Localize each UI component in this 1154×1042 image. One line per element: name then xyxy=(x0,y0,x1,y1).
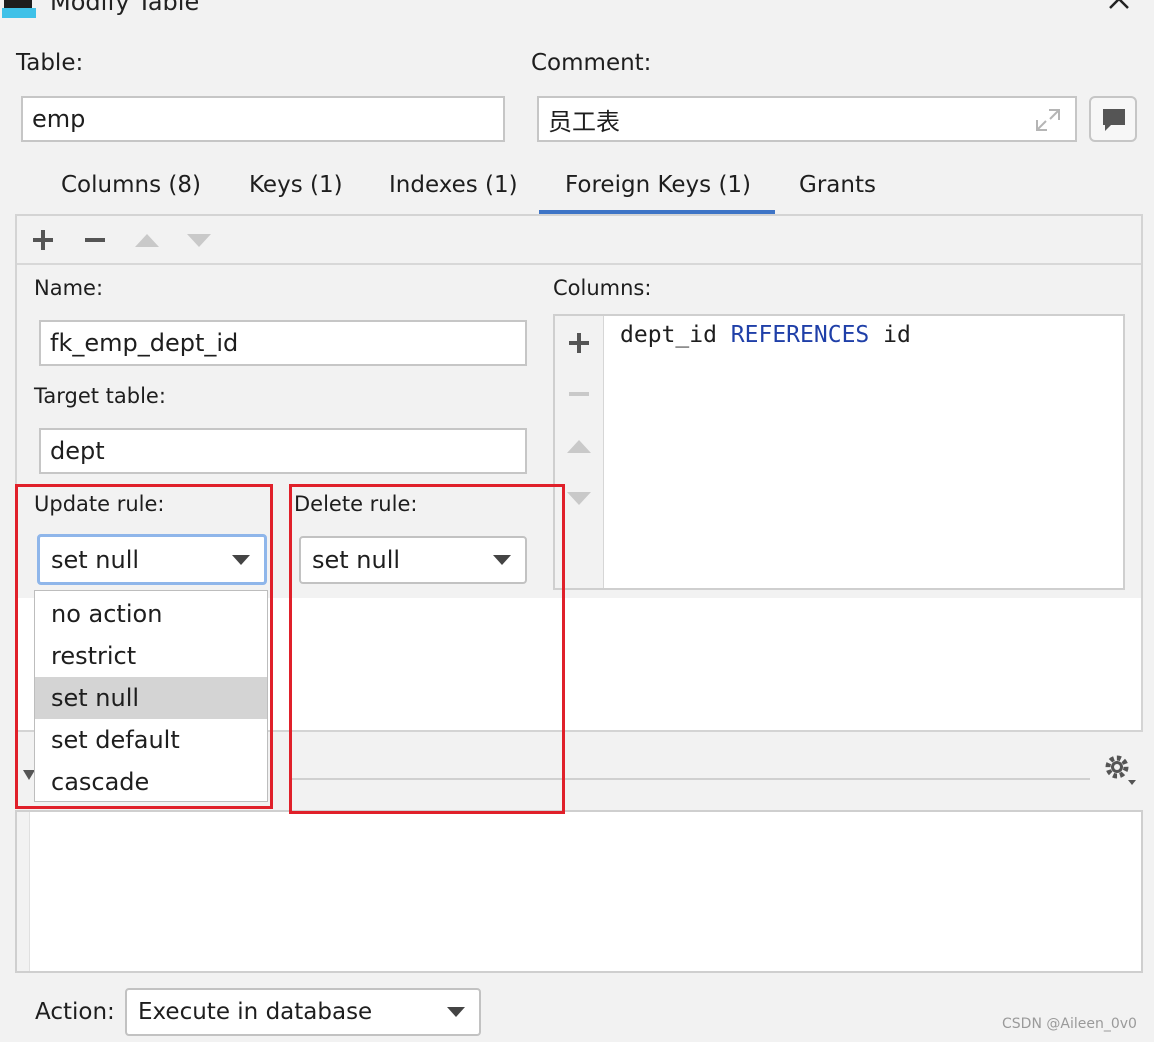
action-label: Action: xyxy=(35,999,115,1025)
sql-preview-gutter xyxy=(17,812,30,971)
target-table-label: Target table: xyxy=(34,384,166,408)
action-value: Execute in database xyxy=(138,999,373,1025)
table-label: Table: xyxy=(16,50,84,76)
fk-name-value: fk_emp_dept_id xyxy=(50,329,239,357)
tab-grants[interactable]: Grants xyxy=(799,172,876,198)
column-move-down-icon[interactable] xyxy=(566,489,592,507)
columns-list[interactable] xyxy=(553,314,1125,590)
tab-foreign-keys[interactable]: Foreign Keys (1) xyxy=(565,172,751,198)
comment-label: Comment: xyxy=(531,50,652,76)
fk-name-input[interactable]: fk_emp_dept_id xyxy=(39,320,527,366)
target-column: id xyxy=(883,322,911,348)
comment-editor-button[interactable] xyxy=(1089,96,1137,142)
sql-preview-area[interactable] xyxy=(15,810,1143,973)
chevron-down-icon xyxy=(447,1007,465,1017)
speech-bubble-icon xyxy=(1103,109,1125,131)
gear-icon[interactable] xyxy=(1102,752,1138,786)
table-name-value: emp xyxy=(32,105,86,133)
delete-rule-highlight-box xyxy=(289,484,565,814)
action-select[interactable]: Execute in database xyxy=(125,988,481,1036)
remove-column-icon[interactable] xyxy=(567,382,591,406)
app-logo-icon xyxy=(2,0,36,18)
columns-label: Columns: xyxy=(553,276,652,300)
update-rule-highlight-box xyxy=(15,484,273,809)
table-name-input[interactable]: emp xyxy=(21,96,505,142)
expand-icon[interactable] xyxy=(1035,108,1061,132)
tab-indexes[interactable]: Indexes (1) xyxy=(389,172,518,198)
plus-icon[interactable] xyxy=(31,228,55,252)
triangle-up-icon[interactable] xyxy=(134,231,160,249)
close-icon[interactable] xyxy=(1104,0,1134,16)
column-mapping-row[interactable]: dept_id REFERENCES id xyxy=(620,322,911,348)
references-keyword: REFERENCES xyxy=(730,322,870,348)
fk-name-label: Name: xyxy=(34,276,104,300)
minus-icon[interactable] xyxy=(83,228,107,252)
source-column: dept_id xyxy=(620,322,717,348)
comment-input[interactable]: 员工表 xyxy=(537,96,1077,142)
column-move-up-icon[interactable] xyxy=(566,437,592,455)
add-column-icon[interactable] xyxy=(567,331,591,355)
triangle-down-icon[interactable] xyxy=(186,231,212,249)
watermark: CSDN @Aileen_0v0 xyxy=(1002,1016,1137,1032)
window-title: Modify Table xyxy=(50,0,200,16)
comment-value: 员工表 xyxy=(548,107,620,136)
tab-keys[interactable]: Keys (1) xyxy=(249,172,343,198)
target-table-value: dept xyxy=(50,437,105,465)
toolbar-divider xyxy=(17,263,1141,265)
target-table-input[interactable]: dept xyxy=(39,428,527,474)
tab-columns[interactable]: Columns (8) xyxy=(61,172,201,198)
